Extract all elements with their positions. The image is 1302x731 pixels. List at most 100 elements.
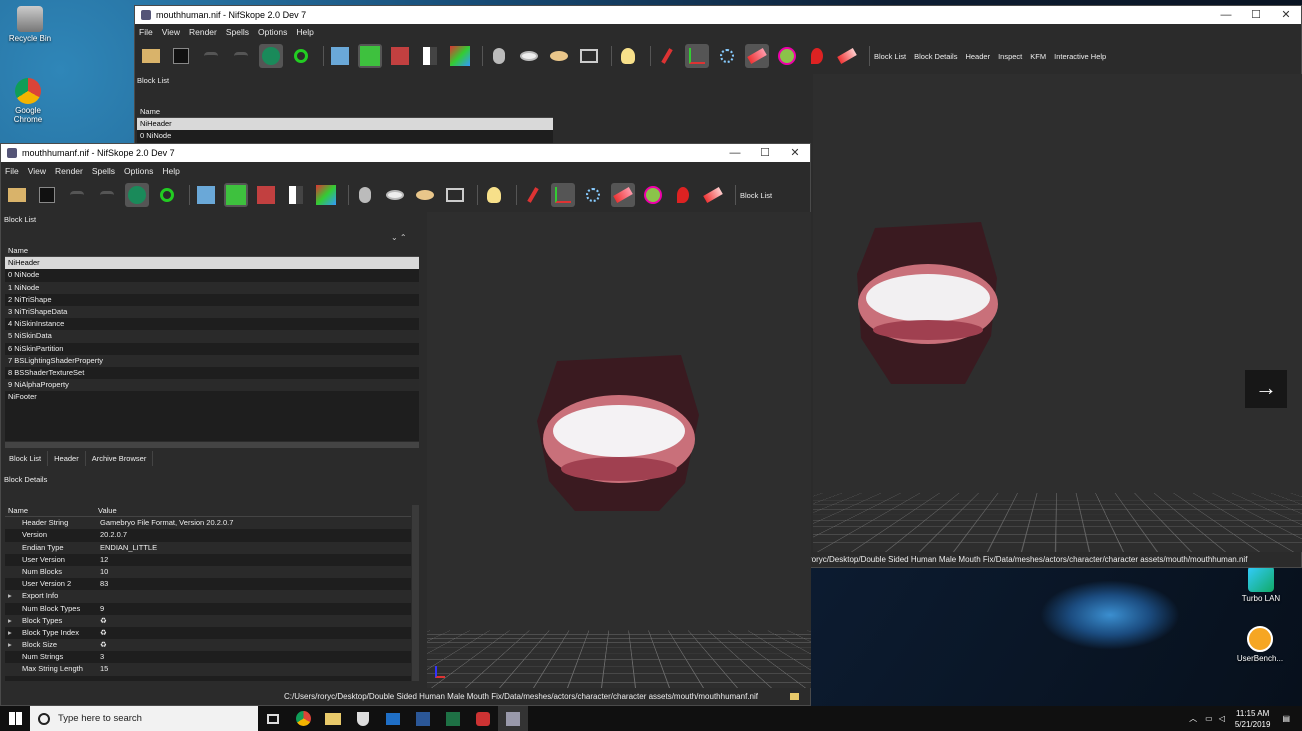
table-row[interactable]: User Version 12 — [5, 554, 411, 566]
next-arrow-icon[interactable]: → — [1245, 370, 1287, 408]
tab-archive-browser[interactable]: Archive Browser — [86, 451, 154, 466]
list-item[interactable]: 4 NiSkinInstance — [5, 318, 419, 330]
word-icon[interactable] — [408, 706, 438, 731]
footprints-icon[interactable] — [353, 183, 377, 207]
cube-blue-icon[interactable] — [194, 183, 218, 207]
toolbar-block-list[interactable]: Block List — [874, 52, 906, 61]
chrome-taskbar-icon[interactable] — [288, 706, 318, 731]
cube-green-icon[interactable] — [358, 44, 382, 68]
list-item[interactable]: 1 NiNode — [5, 282, 419, 294]
column-header-name[interactable]: Name — [8, 505, 98, 517]
cube-red-icon[interactable] — [254, 183, 278, 207]
menu-view[interactable]: View — [28, 166, 46, 176]
chrome-icon[interactable]: Google Chrome — [0, 78, 56, 124]
expand-arrow-icon[interactable]: ▸ — [8, 639, 22, 651]
cube-color-icon[interactable] — [314, 183, 338, 207]
axes-icon[interactable] — [685, 44, 709, 68]
userbench-icon[interactable]: UserBench... — [1232, 626, 1288, 663]
select-vertex-icon[interactable] — [155, 183, 179, 207]
axes-icon[interactable] — [551, 183, 575, 207]
disable-icon[interactable] — [835, 44, 859, 68]
list-item[interactable]: 8 BSShaderTextureSet — [5, 367, 419, 379]
pin-icon[interactable] — [521, 183, 545, 207]
cube-red-icon[interactable] — [388, 44, 412, 68]
list-item[interactable]: NiHeader — [5, 257, 419, 269]
select-object-icon[interactable] — [259, 44, 283, 68]
table-row[interactable]: Endian Type ENDIAN_LITTLE — [5, 542, 411, 554]
horizontal-scrollbar[interactable] — [5, 442, 419, 448]
select-object-icon[interactable] — [125, 183, 149, 207]
security-icon[interactable] — [348, 706, 378, 731]
menu-file[interactable]: File — [5, 166, 19, 176]
cube-half-icon[interactable] — [418, 44, 442, 68]
notification-icon[interactable]: ▤ — [1282, 714, 1290, 723]
cube-blue-icon[interactable] — [328, 44, 352, 68]
mail-icon[interactable] — [378, 706, 408, 731]
eye-hidden-icon[interactable] — [547, 44, 571, 68]
tab-block-list[interactable]: Block List — [3, 451, 48, 466]
cube-green-icon[interactable] — [224, 183, 248, 207]
footprints-icon[interactable] — [487, 44, 511, 68]
toolbar-interactive-help[interactable]: Interactive Help — [1054, 52, 1106, 61]
eye-hidden-icon[interactable] — [413, 183, 437, 207]
menu-render[interactable]: Render — [189, 27, 217, 37]
table-row[interactable]: Header String Gamebryo File Format, Versi… — [5, 517, 411, 529]
tab-header[interactable]: Header — [48, 451, 86, 466]
disable-icon[interactable] — [701, 183, 725, 207]
search-box[interactable]: Type here to search — [30, 706, 258, 731]
menu-spells[interactable]: Spells — [226, 27, 249, 37]
list-item[interactable]: 2 NiTriShape — [5, 294, 419, 306]
vertical-scrollbar[interactable] — [412, 505, 419, 681]
collapse-icon[interactable]: ⌄ ⌃ — [391, 233, 407, 242]
redo-icon[interactable] — [95, 183, 119, 207]
expand-arrow-icon[interactable]: ▸ — [8, 590, 22, 602]
back-3d-viewport[interactable]: → — [813, 74, 1302, 552]
menu-options[interactable]: Options — [124, 166, 153, 176]
back-title-bar[interactable]: mouthhuman.nif - NifSkope 2.0 Dev 7 — ☐ ✕ — [135, 6, 1301, 24]
menu-help[interactable]: Help — [296, 27, 313, 37]
front-title-bar[interactable]: mouthhumanf.nif - NifSkope 2.0 Dev 7 — ☐ ✕ — [1, 144, 810, 162]
volume-icon[interactable]: ◁ — [1219, 714, 1225, 723]
marker-icon[interactable] — [671, 183, 695, 207]
list-item[interactable]: 9 NiAlphaProperty — [5, 379, 419, 391]
select-vertex-icon[interactable] — [289, 44, 313, 68]
eye-icon[interactable] — [517, 44, 541, 68]
undo-icon[interactable] — [199, 44, 223, 68]
wireframe-icon[interactable] — [745, 44, 769, 68]
chevron-up-icon[interactable]: ︿ — [1189, 713, 1197, 724]
expand-arrow-icon[interactable]: ▸ — [8, 615, 22, 627]
toolbar-header[interactable]: Header — [965, 52, 990, 61]
column-header-value[interactable]: Value — [98, 506, 117, 515]
menu-view[interactable]: View — [162, 27, 180, 37]
undo-icon[interactable] — [65, 183, 89, 207]
wireframe-icon[interactable] — [611, 183, 635, 207]
table-row[interactable]: ▸ Export Info — [5, 590, 411, 602]
open-icon[interactable] — [5, 183, 29, 207]
maximize-button[interactable]: ☐ — [1241, 6, 1271, 24]
toolbar-block-list[interactable]: Block List — [740, 191, 772, 200]
menu-help[interactable]: Help — [162, 166, 179, 176]
toolbar-block-details[interactable]: Block Details — [914, 52, 957, 61]
table-row[interactable]: Num Strings 3 — [5, 651, 411, 663]
cube-color-icon[interactable] — [448, 44, 472, 68]
skybox-icon[interactable] — [641, 183, 665, 207]
nifskope-taskbar-icon[interactable] — [498, 706, 528, 731]
nodes-icon[interactable] — [581, 183, 605, 207]
screenshot-icon[interactable] — [443, 183, 467, 207]
snip-icon[interactable] — [468, 706, 498, 731]
table-row[interactable]: Num Block Types 9 — [5, 603, 411, 615]
table-row[interactable]: ▸ Block Type Index ♻ — [5, 627, 411, 639]
menu-file[interactable]: File — [139, 27, 153, 37]
list-item[interactable]: NiHeader — [137, 118, 553, 130]
minimize-button[interactable]: — — [720, 144, 750, 162]
list-item[interactable]: 3 NiTriShapeData — [5, 306, 419, 318]
toolbar-inspect[interactable]: Inspect — [998, 52, 1022, 61]
list-item[interactable]: 6 NiSkinPartition — [5, 343, 419, 355]
column-header-name[interactable]: Name — [5, 245, 419, 257]
maximize-button[interactable]: ☐ — [750, 144, 780, 162]
table-row[interactable]: ▸ Block Size ♻ — [5, 639, 411, 651]
table-row[interactable]: Max String Length 15 — [5, 663, 411, 675]
clock[interactable]: 11:15 AM 5/21/2019 — [1235, 708, 1271, 730]
lightbulb-icon[interactable] — [482, 183, 506, 207]
close-button[interactable]: ✕ — [780, 144, 810, 162]
